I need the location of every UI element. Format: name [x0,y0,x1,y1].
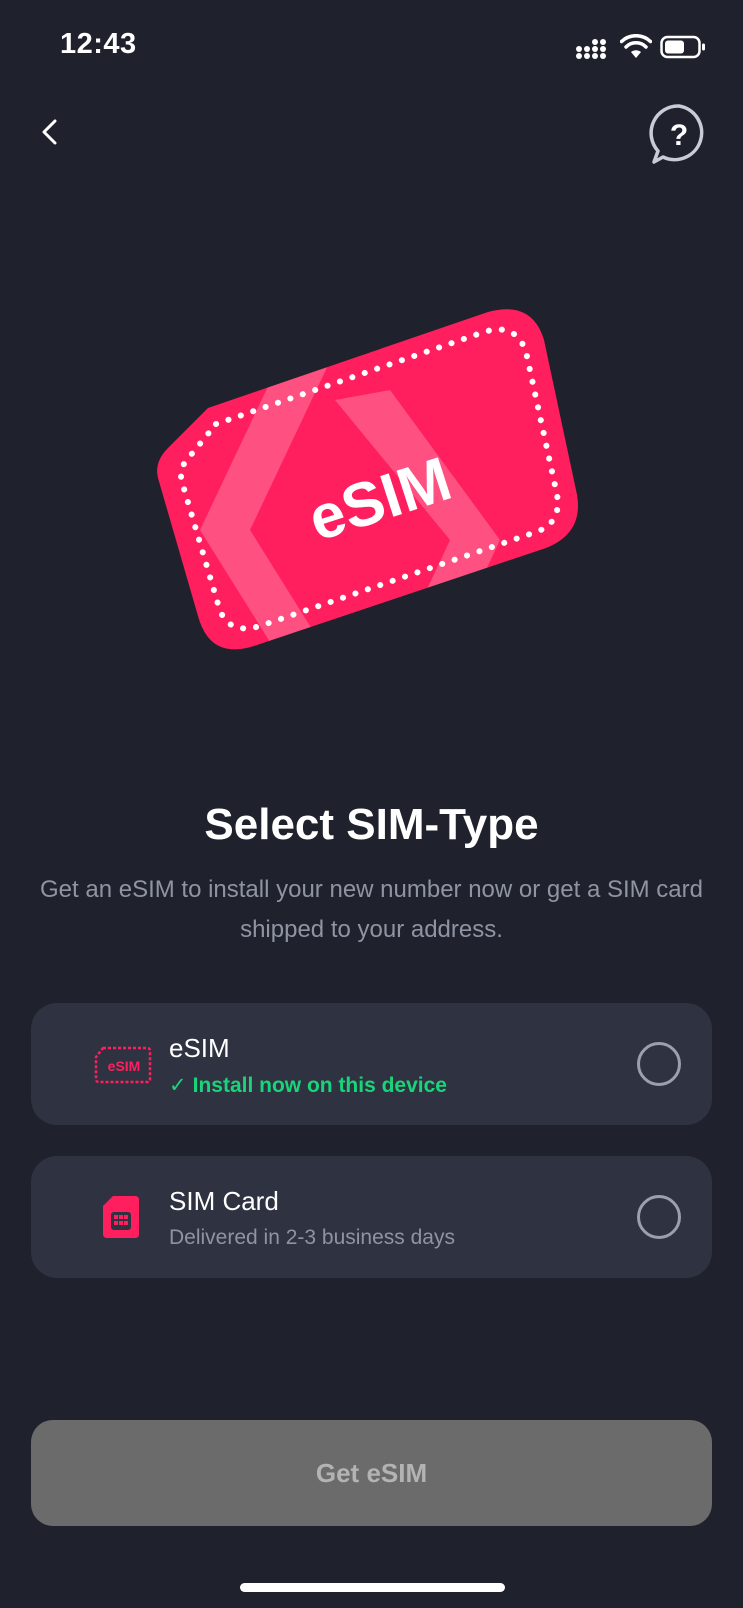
status-time: 12:43 [60,28,137,60]
page-title: Select SIM-Type [204,800,539,849]
sim-card-icon [103,1196,139,1238]
status-bar: 12:43 [0,0,743,96]
wifi-icon [620,34,652,58]
option-esim-title: eSIM [169,1033,230,1063]
check-icon: ✓ [169,1074,187,1097]
esim-card-illustration: eSIM [157,309,578,650]
option-esim-subtitle-text: Install now on this device [192,1074,447,1097]
help-glyph: ? [670,119,688,152]
battery-icon [660,35,705,59]
chevron-left-icon [42,119,57,145]
help-button[interactable]: ? [645,100,713,168]
option-sim-card[interactable]: SIM Card Delivered in 2-3 business days [31,1156,712,1278]
page-subtitle: Get an eSIM to install your new number n… [40,876,703,943]
option-esim-subtitle: ✓ Install now on this device [169,1073,447,1098]
signal-icon [576,39,606,59]
sim-type-screen: 12:43 ? eSIM Select SIM-Type Get an eSIM… [0,0,743,1608]
back-button[interactable] [30,108,74,156]
option-sim-card-radio[interactable] [637,1195,681,1239]
option-sim-card-subtitle: Delivered in 2-3 business days [169,1226,455,1249]
option-esim-radio[interactable] [637,1042,681,1086]
option-esim[interactable]: eSIM eSIM ✓ Install now on this device [31,1003,712,1125]
question-bubble-icon: ? [649,104,704,164]
get-esim-button[interactable]: Get eSIM [31,1420,712,1526]
home-indicator[interactable] [240,1583,505,1592]
esim-chip-label: eSIM [108,1058,141,1074]
option-sim-card-title: SIM Card [169,1186,279,1216]
esim-chip-icon: eSIM [94,1046,152,1084]
